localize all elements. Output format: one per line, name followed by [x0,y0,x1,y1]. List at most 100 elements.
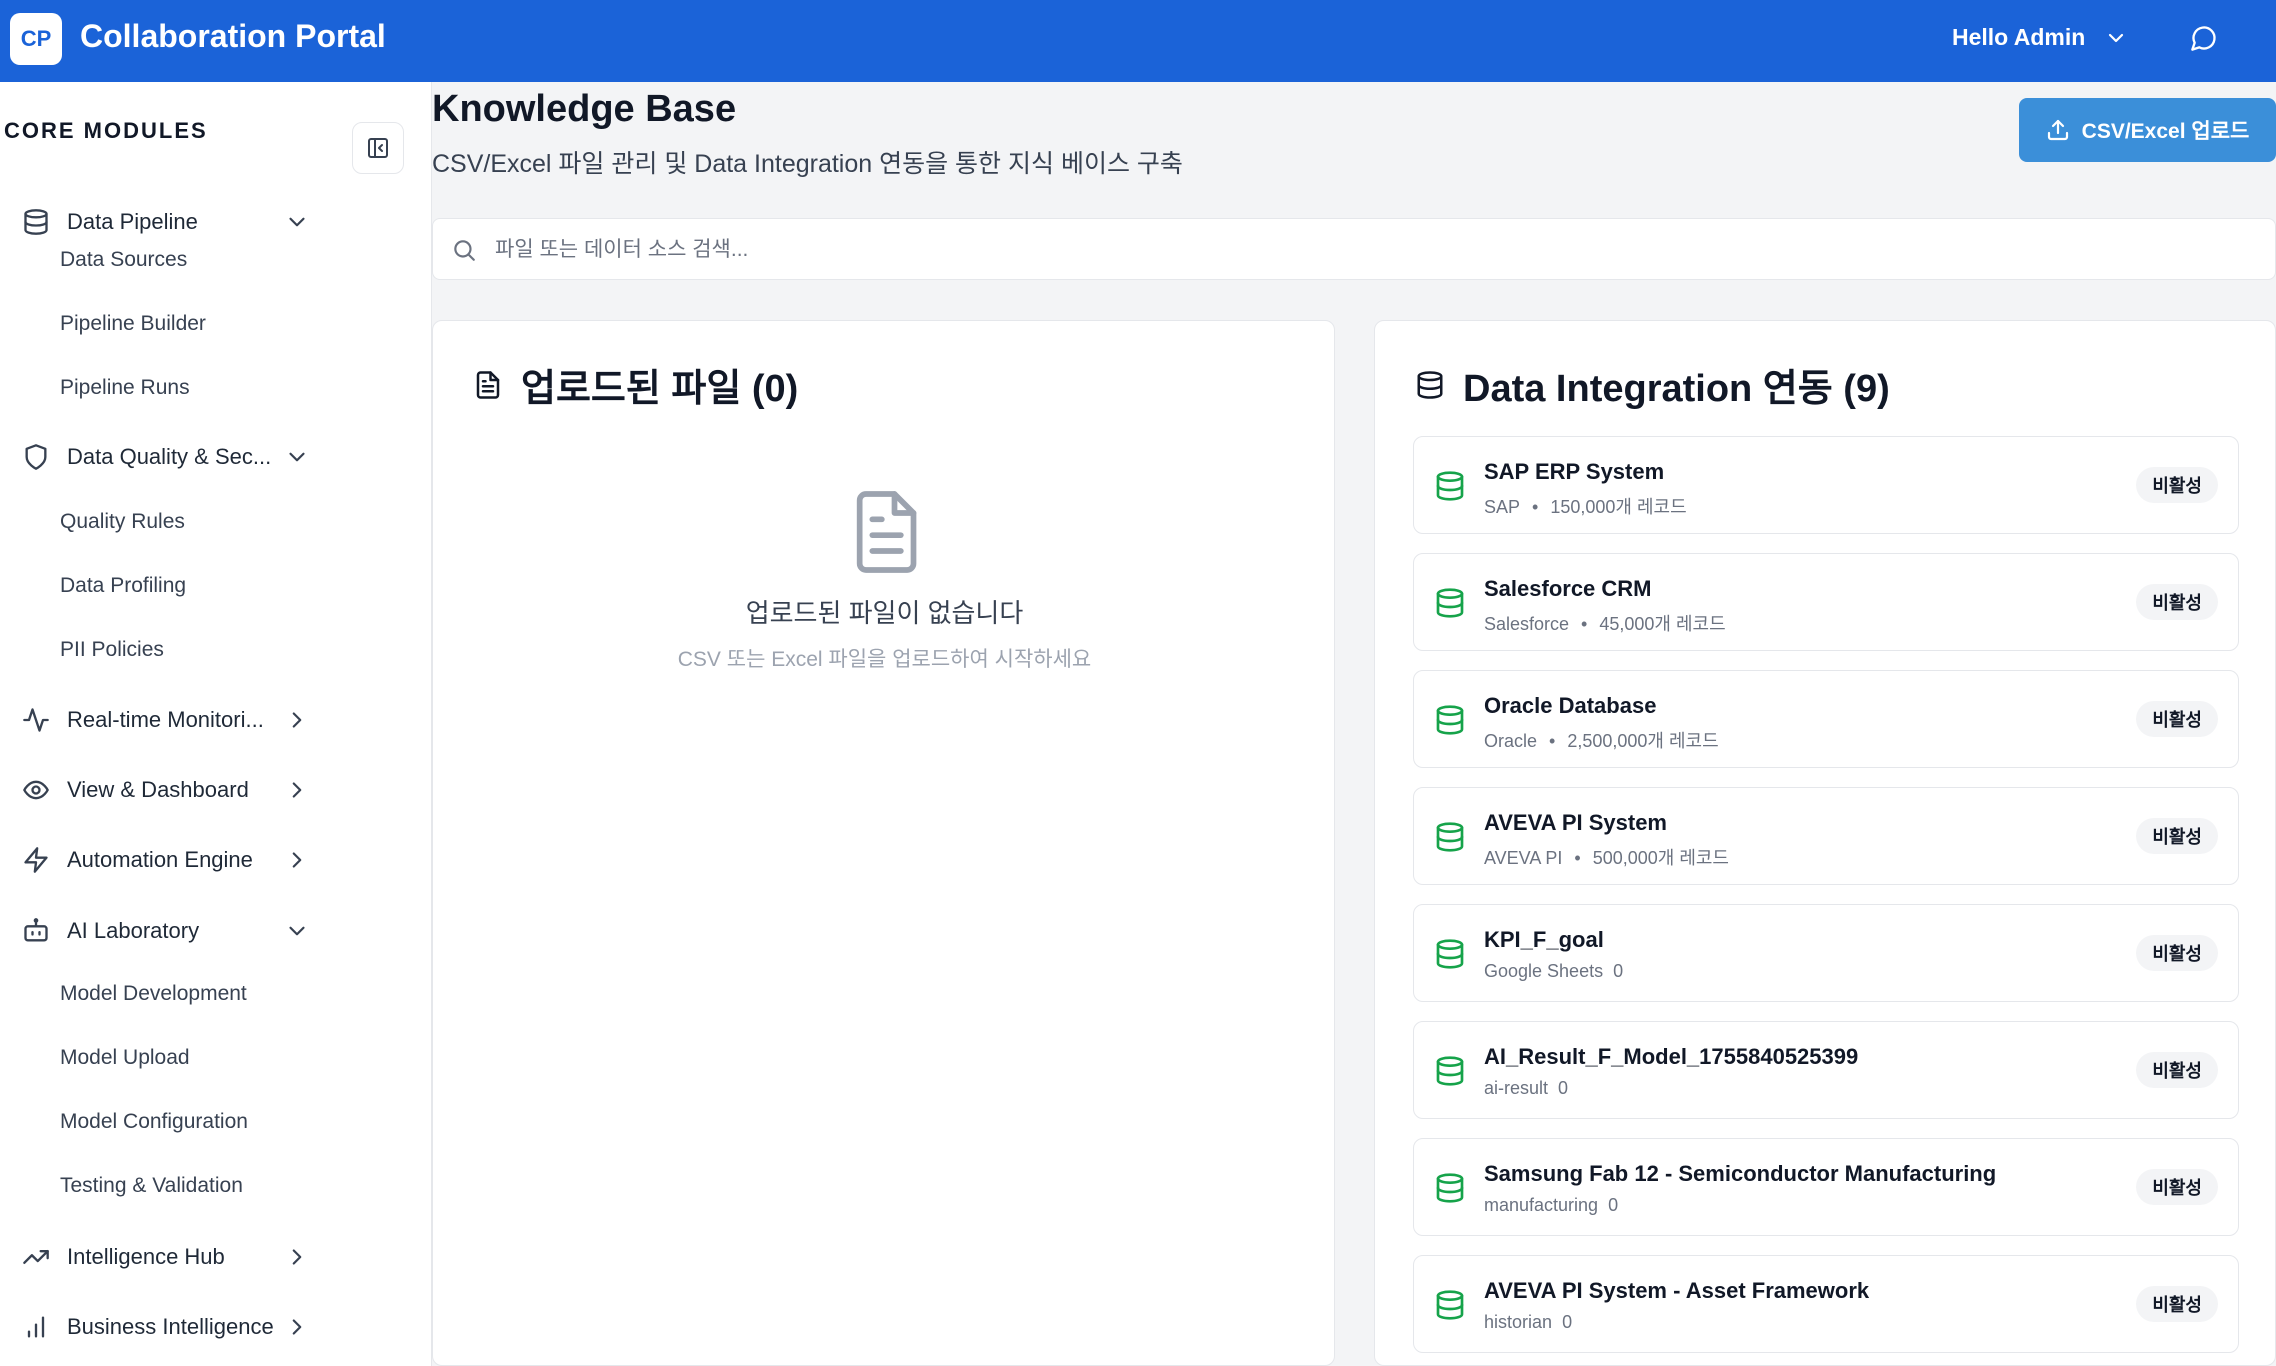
panel-left-close-icon [368,138,388,158]
chevron-down-icon [289,926,305,936]
activity-icon [23,708,49,732]
sidebar-item-label: View & Dashboard [67,777,249,802]
integration-meta: SAP • 150,000개 레코드 [1484,497,1687,517]
page-subtitle: CSV/Excel 파일 관리 및 Data Integration 연동을 통… [432,150,1183,178]
sidebar-subitem-pipeline-runs[interactable]: Pipeline Runs [60,376,190,400]
user-greeting[interactable]: Hello Admin [1952,24,2085,51]
chevron-down-icon [289,217,305,227]
integration-records: 0 [1562,1312,1573,1332]
integration-records: 500,000개 레코드 [1592,848,1729,868]
chevron-down-icon [289,452,305,462]
chevron-right-icon [292,712,302,728]
integration-source: manufacturing [1484,1195,1599,1215]
data-integration-panel: Data Integration 연동 (9) SAP ERP System S… [1374,320,2276,1366]
empty-state-title: 업로드된 파일이 없습니다 [745,598,1024,628]
integration-meta: Google Sheets 0 [1484,961,1623,982]
sidebar-item-data-quality[interactable]: Data Quality & Sec... [0,431,320,483]
app-logo[interactable]: CP [10,13,62,65]
status-badge: 비활성 [2136,1052,2218,1088]
app-title: Collaboration Portal [80,18,386,54]
sidebar-item-ai-laboratory[interactable]: AI Laboratory [0,905,320,957]
sidebar-collapse-button[interactable] [352,122,404,174]
sidebar-item-label: Data Pipeline [67,209,198,234]
file-text-icon [856,491,917,573]
bot-icon [24,918,48,942]
integration-records: 150,000개 레코드 [1550,497,1687,517]
message-circle-icon[interactable] [2190,24,2218,52]
integration-name: KPI_F_goal [1484,927,1604,952]
chevron-down-icon[interactable] [2104,26,2128,50]
database-icon [1436,705,1464,735]
integration-card[interactable]: Oracle Database Oracle • 2,500,000개 레코드 비활… [1413,670,2239,768]
sidebar-item-label: Automation Engine [67,847,253,872]
sidebar-subitem-model-configuration[interactable]: Model Configuration [60,1110,248,1134]
chevron-right-icon [292,1249,302,1265]
sidebar-item-view-dashboard[interactable]: View & Dashboard [0,764,320,816]
search-input[interactable] [495,231,2195,269]
integration-card[interactable]: AVEVA PI System AVEVA PI • 500,000개 레코드 비활… [1413,787,2239,885]
uploaded-files-title: 업로드된 파일 (0) [521,368,799,410]
integration-card[interactable]: SAP ERP System SAP • 150,000개 레코드 비활성 [1413,436,2239,534]
integration-name: Oracle Database [1484,693,1657,718]
integration-meta: Salesforce • 45,000개 레코드 [1484,614,1726,634]
integration-meta: historian 0 [1484,1312,1572,1333]
chevron-right-icon [292,782,302,798]
database-icon [1436,1173,1464,1203]
sidebar-subitem-pii-policies[interactable]: PII Policies [60,638,164,662]
sidebar-subitem-model-development[interactable]: Model Development [60,982,247,1006]
data-integration-title: Data Integration 연동 (9) [1463,368,1890,410]
integration-name: AI_Result_F_Model_1755840525399 [1484,1044,1859,1069]
integration-card[interactable]: Samsung Fab 12 - Semiconductor Manufactu… [1413,1138,2239,1236]
database-icon [1417,370,1443,399]
search-bar [432,218,2276,280]
integration-source: Oracle [1484,731,1538,751]
integration-source: SAP [1484,497,1521,517]
integration-records: 2,500,000개 레코드 [1567,731,1719,751]
uploaded-files-header: 업로드된 파일 (0) [473,357,798,412]
sidebar-subitem-testing-validation[interactable]: Testing & Validation [60,1174,243,1198]
integration-meta: AVEVA PI • 500,000개 레코드 [1484,848,1729,868]
status-badge: 비활성 [2136,1286,2218,1322]
integration-name: Salesforce CRM [1484,576,1652,601]
sidebar-item-data-pipeline[interactable]: Data Pipeline [0,196,320,248]
upload-icon [2047,119,2068,141]
data-integration-header: Data Integration 연동 (9) [1415,357,1890,412]
sidebar: CORE MODULES Data Pipeline Data Sources … [0,82,432,1366]
sidebar-subitem-pipeline-builder[interactable]: Pipeline Builder [60,312,206,336]
integration-source: Google Sheets [1484,961,1604,981]
sidebar-item-intelligence-hub[interactable]: Intelligence Hub [0,1231,320,1283]
sidebar-subitem-data-sources[interactable]: Data Sources [60,248,187,272]
integration-meta: ai-result 0 [1484,1078,1568,1099]
sidebar-heading: CORE MODULES [4,118,208,143]
integration-name: AVEVA PI System [1484,810,1667,835]
search-icon [454,240,475,261]
integration-records: 0 [1613,961,1624,981]
integration-records: 0 [1608,1195,1619,1215]
empty-state-subtitle: CSV 또는 Excel 파일을 업로드하여 시작하세요 [677,648,1092,671]
sidebar-subitem-quality-rules[interactable]: Quality Rules [60,510,185,534]
database-icon [1436,1290,1464,1320]
status-badge: 비활성 [2136,701,2218,737]
sidebar-item-label: AI Laboratory [67,918,200,943]
sidebar-item-realtime-monitoring[interactable]: Real-time Monitori... [0,694,320,746]
sidebar-subitem-data-profiling[interactable]: Data Profiling [60,574,186,598]
file-text-icon [476,370,500,399]
sidebar-subitem-model-upload[interactable]: Model Upload [60,1046,190,1070]
integration-records: 0 [1558,1078,1569,1098]
sidebar-item-business-intelligence[interactable]: Business Intelligence [0,1301,320,1353]
upload-button[interactable]: CSV/Excel 업로드 [2019,98,2276,162]
status-badge: 비활성 [2136,818,2218,854]
integration-card[interactable]: AI_Result_F_Model_1755840525399 ai-resul… [1413,1021,2239,1119]
trending-up-icon [23,1250,49,1264]
status-badge: 비활성 [2136,584,2218,620]
integration-card[interactable]: KPI_F_goal Google Sheets 0 비활성 [1413,904,2239,1002]
integration-source: AVEVA PI [1484,848,1563,868]
integration-records: 45,000개 레코드 [1599,614,1726,634]
sidebar-item-automation-engine[interactable]: Automation Engine [0,834,320,886]
integration-source: ai-result [1484,1078,1549,1098]
integration-meta: Oracle • 2,500,000개 레코드 [1484,731,1719,751]
integration-card[interactable]: AVEVA PI System - Asset Framework histor… [1413,1255,2239,1353]
integration-card[interactable]: Salesforce CRM Salesforce • 45,000개 레코드 비활… [1413,553,2239,651]
uploaded-files-panel: 업로드된 파일 (0) 업로드된 파일이 없습니다 CSV 또는 Excel 파… [432,320,1335,1366]
zap-icon [24,847,48,873]
